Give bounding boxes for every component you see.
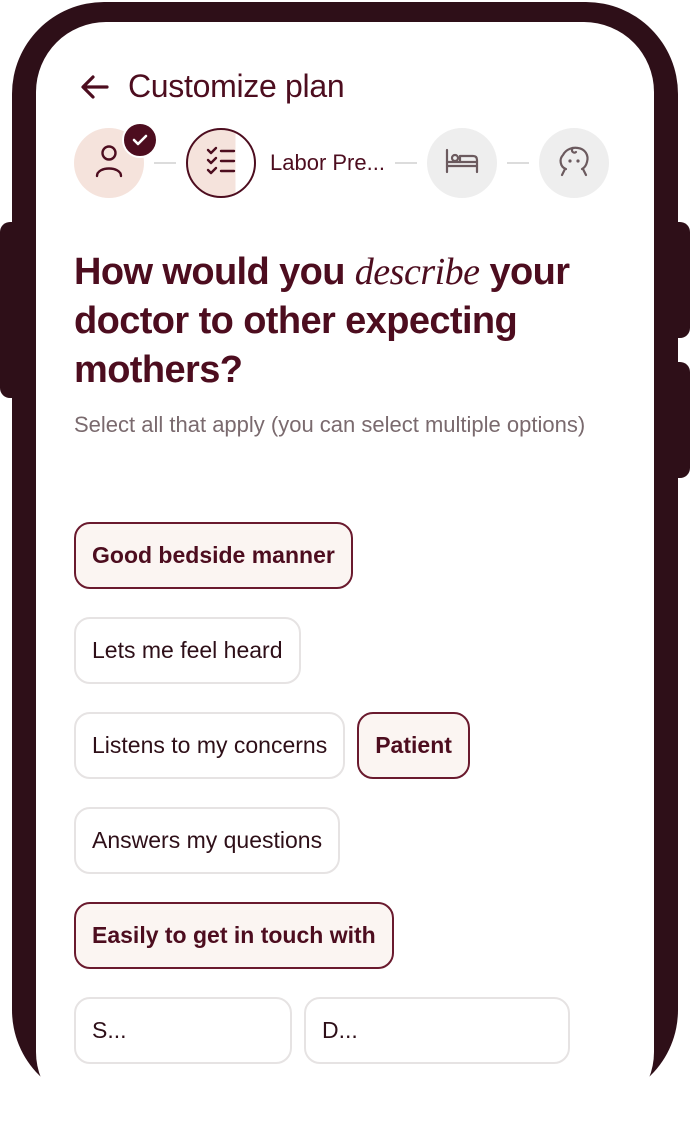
current-step-label: Labor Pre...: [270, 150, 385, 175]
option-chip[interactable]: Patient: [357, 712, 470, 779]
option-chip[interactable]: Listens to my concerns: [74, 712, 346, 779]
side-button-upper: [666, 222, 690, 338]
option-chip[interactable]: D...: [304, 997, 570, 1064]
step-baby[interactable]: [538, 128, 609, 198]
helper-text: Select all that apply (you can select mu…: [74, 412, 586, 437]
step-connector: [506, 162, 529, 164]
phone-screen: Customize plan Labor Pre... How would yo…: [36, 22, 654, 1122]
check-icon: [122, 122, 158, 158]
person-icon: [94, 144, 124, 183]
volume-button: [0, 222, 24, 398]
baby-icon: [557, 145, 591, 182]
question-heading: How would you describe your doctor to ot…: [74, 248, 634, 395]
header: Customize plan: [80, 68, 345, 105]
page-title: Customize plan: [128, 68, 345, 104]
option-chip[interactable]: Answers my questions: [74, 807, 341, 874]
option-chip[interactable]: S...: [74, 997, 292, 1064]
step-hospital[interactable]: [426, 128, 497, 198]
options-list: Good bedside manner Lets me feel heard L…: [74, 522, 594, 1064]
step-connector: [154, 162, 176, 164]
question-emphasis: describe: [354, 251, 480, 293]
step-labor-prep[interactable]: [186, 128, 256, 198]
arrow-left-icon[interactable]: [80, 71, 112, 103]
option-chip[interactable]: Lets me feel heard: [74, 617, 301, 684]
bed-icon: [445, 148, 479, 179]
step-connector: [394, 162, 417, 164]
side-button-lower: [666, 362, 690, 478]
progress-stepper: Labor Pre...: [74, 122, 609, 198]
question-text-before: How would you: [74, 251, 355, 293]
option-chip[interactable]: Easily to get in touch with: [74, 902, 394, 969]
checklist-icon: [205, 146, 237, 181]
step-profile[interactable]: [74, 122, 158, 198]
option-chip[interactable]: Good bedside manner: [74, 522, 353, 589]
